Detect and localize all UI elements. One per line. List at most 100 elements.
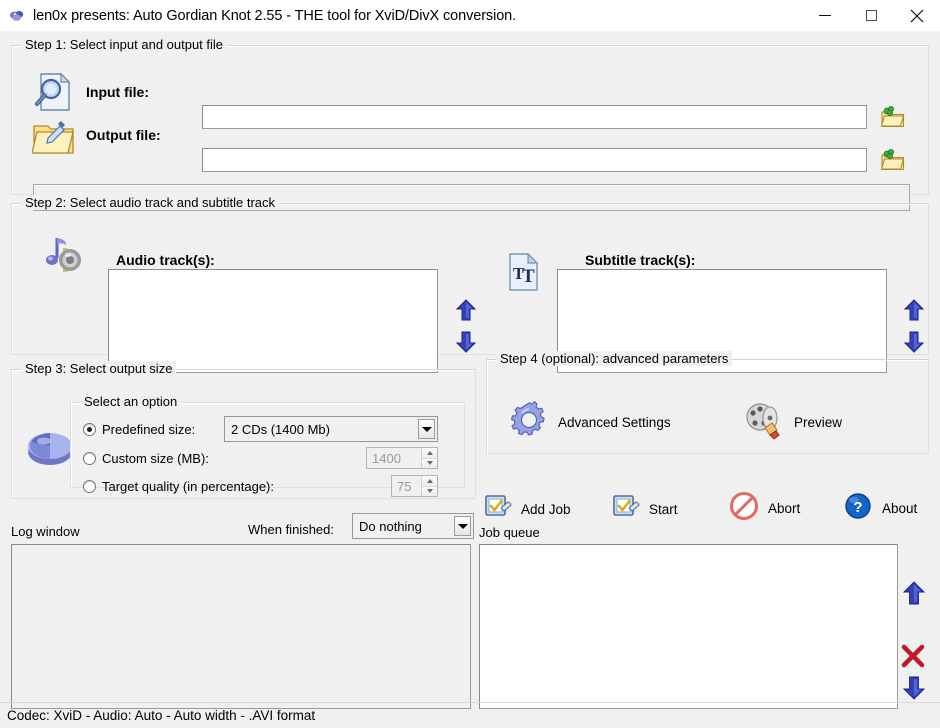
document-search-icon: [32, 70, 76, 119]
target-quality-stepper[interactable]: 75: [391, 475, 438, 497]
audio-track-listbox[interactable]: [108, 269, 438, 373]
add-job-label: Add Job: [521, 502, 571, 517]
start-label: Start: [649, 502, 678, 517]
custom-size-spin-buttons[interactable]: [421, 448, 437, 468]
open-folder-icon: [880, 106, 905, 128]
radio-predefined-size[interactable]: Predefined size:: [83, 422, 195, 437]
radio-target-quality[interactable]: Target quality (in percentage):: [83, 479, 274, 494]
input-file-field[interactable]: [202, 105, 867, 129]
predefined-size-combo[interactable]: 2 CDs (1400 Mb): [224, 416, 438, 442]
step2-group: Step 2: Select audio track and subtitle …: [11, 195, 929, 373]
when-finished-label: When finished:: [248, 522, 334, 537]
checkbox-pencil-icon: [612, 493, 641, 526]
film-reel-icon: [743, 400, 785, 445]
question-mark-icon: ?: [843, 491, 873, 526]
pie-chart-icon: [24, 422, 76, 475]
music-speaker-icon: [37, 234, 87, 283]
when-finished-dropdown-button[interactable]: [454, 516, 471, 536]
about-label: About: [882, 501, 918, 516]
step4-group: Step 4 (optional): advanced parameters A…: [486, 351, 929, 454]
app-knot-icon: [9, 8, 25, 24]
step1-group: Step 1: Select input and output file Inp…: [11, 37, 929, 211]
chevron-down-icon: [421, 426, 432, 432]
job-queue-delete-button[interactable]: [900, 643, 926, 674]
job-queue-move-down-button[interactable]: [902, 676, 926, 705]
radio-target-quality-label: Target quality (in percentage):: [102, 479, 274, 494]
abort-button[interactable]: Abort: [729, 491, 800, 526]
window-title: len0x presents: Auto Gordian Knot 2.55 -…: [33, 7, 517, 24]
radio-predefined-indicator: [83, 423, 96, 436]
target-quality-spin-down[interactable]: [422, 486, 437, 496]
minimize-button[interactable]: [802, 0, 848, 31]
client-area: Step 1: Select input and output file Inp…: [0, 31, 940, 728]
input-file-label: Input file:: [86, 84, 149, 100]
gear-icon: [509, 400, 549, 445]
when-finished-combo[interactable]: Do nothing: [352, 513, 474, 539]
subtitle-move-down-button[interactable]: [903, 331, 925, 358]
custom-size-spin-down[interactable]: [422, 458, 437, 468]
output-file-label: Output file:: [86, 127, 161, 143]
output-browse-button[interactable]: [880, 147, 906, 178]
maximize-icon: [865, 10, 877, 21]
select-option-group: Select an option Predefined size: 2 CDs …: [70, 394, 465, 497]
title-bar: len0x presents: Auto Gordian Knot 2.55 -…: [0, 0, 940, 31]
triangle-down-icon: [426, 461, 433, 466]
target-quality-spin-up[interactable]: [422, 476, 437, 487]
custom-size-spin-up[interactable]: [422, 448, 437, 459]
window-controls: [802, 0, 940, 31]
close-button[interactable]: [894, 0, 940, 31]
write-folder-icon: [31, 116, 78, 163]
radio-custom-size[interactable]: Custom size (MB):: [83, 451, 209, 466]
step3-title: Step 3: Select output size: [21, 361, 177, 376]
arrow-down-icon: [902, 676, 926, 700]
log-window-label: Log window: [11, 524, 80, 539]
log-window[interactable]: [11, 544, 471, 709]
job-queue-label: Job queue: [479, 525, 540, 540]
output-file-field[interactable]: [202, 148, 867, 172]
job-queue-move-up-button[interactable]: [902, 581, 926, 610]
radio-custom-indicator: [83, 452, 96, 465]
open-folder-icon: [880, 149, 905, 171]
predefined-size-value: 2 CDs (1400 Mb): [231, 421, 330, 437]
select-option-title: Select an option: [80, 394, 182, 409]
custom-size-stepper[interactable]: 1400: [366, 447, 438, 469]
start-button[interactable]: Start: [612, 493, 678, 526]
triangle-up-icon: [426, 450, 433, 455]
red-x-icon: [901, 644, 925, 668]
arrow-up-icon: [455, 299, 477, 321]
abort-label: Abort: [768, 501, 801, 516]
target-quality-value: 75: [397, 478, 412, 494]
status-bar-text: Codec: XviD - Audio: Auto - Auto width -…: [7, 708, 316, 723]
subtitle-move-up-button[interactable]: [903, 299, 925, 326]
minimize-icon: [819, 15, 831, 16]
add-job-button[interactable]: Add Job: [484, 493, 571, 526]
advanced-settings-button[interactable]: Advanced Settings: [509, 400, 671, 445]
custom-size-value: 1400: [372, 450, 401, 466]
radio-predefined-label: Predefined size:: [102, 422, 196, 437]
arrow-up-icon: [902, 581, 926, 605]
svg-text:T: T: [522, 266, 535, 287]
when-finished-value: Do nothing: [359, 518, 422, 534]
arrow-down-icon: [903, 331, 925, 353]
target-quality-spin-buttons[interactable]: [421, 476, 437, 496]
close-icon: [910, 9, 924, 22]
audio-move-down-button[interactable]: [455, 331, 477, 358]
radio-target-quality-indicator: [83, 480, 96, 493]
maximize-button[interactable]: [848, 0, 894, 31]
checkbox-pencil-icon: [484, 493, 513, 526]
arrow-down-icon: [455, 331, 477, 353]
predefined-size-dropdown-button[interactable]: [418, 419, 435, 439]
svg-text:?: ?: [853, 499, 862, 516]
step3-group: Step 3: Select output size Select an opt…: [11, 361, 476, 499]
triangle-up-icon: [426, 478, 433, 483]
advanced-settings-label: Advanced Settings: [558, 415, 671, 430]
job-queue-listbox[interactable]: [479, 544, 898, 709]
chevron-down-icon: [457, 523, 468, 529]
audio-move-up-button[interactable]: [455, 299, 477, 326]
about-button[interactable]: ? About: [843, 491, 917, 526]
input-browse-button[interactable]: [880, 104, 906, 135]
preview-label: Preview: [794, 415, 843, 430]
radio-custom-label: Custom size (MB):: [102, 451, 209, 466]
preview-button[interactable]: Preview: [743, 400, 842, 445]
arrow-up-icon: [903, 299, 925, 321]
